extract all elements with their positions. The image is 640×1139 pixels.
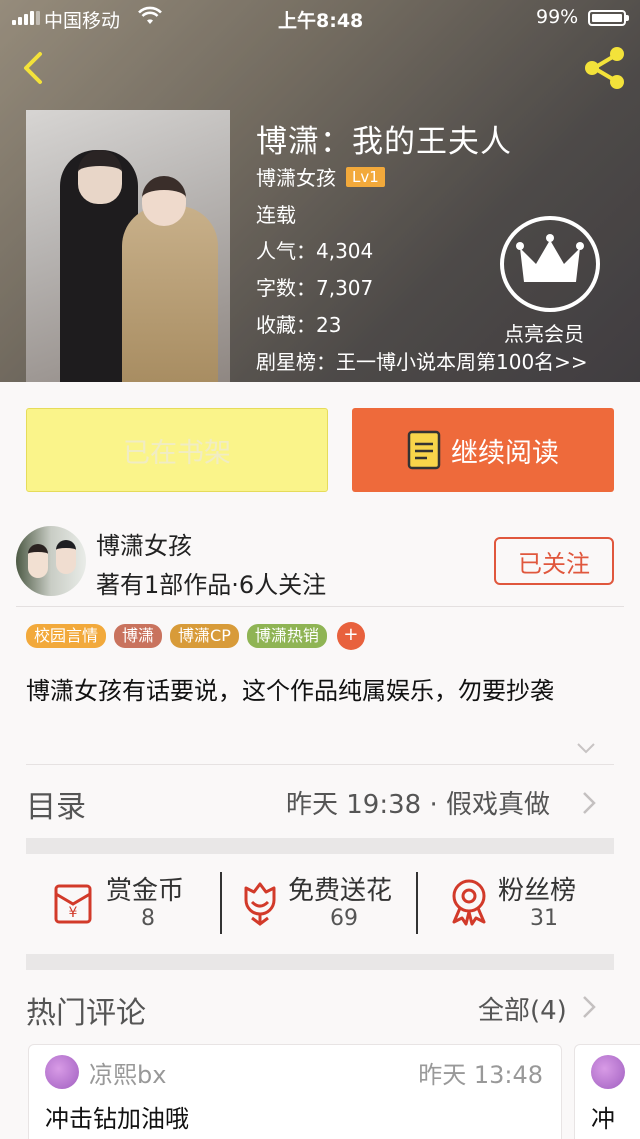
stat-separator bbox=[220, 872, 222, 934]
catalog-latest-chapter[interactable]: 昨天 19:38 · 假戏真做 bbox=[286, 784, 550, 821]
book-description: 博潇女孩有话要说，这个作品纯属娱乐，勿要抄袭 bbox=[26, 677, 554, 705]
divider bbox=[16, 606, 624, 607]
book-status: 连载 bbox=[256, 203, 296, 227]
clock: 上午8:48 bbox=[278, 10, 364, 32]
comment-text: 冲 bbox=[591, 1105, 615, 1133]
continue-reading-button[interactable]: 继续阅读 bbox=[352, 408, 614, 492]
chevron-left-icon bbox=[24, 52, 42, 84]
comment-time: 昨天 13:48 bbox=[418, 1061, 543, 1089]
tag-chip[interactable]: 博潇 bbox=[114, 624, 163, 648]
status-bar: 中国移动 上午8:48 99% bbox=[0, 0, 640, 36]
author-avatar[interactable] bbox=[16, 526, 86, 596]
tag-chip[interactable]: 校园言情 bbox=[26, 624, 107, 648]
battery-icon bbox=[588, 10, 629, 26]
tag-chip[interactable]: 博潇热销 bbox=[246, 624, 327, 648]
back-button[interactable] bbox=[14, 48, 54, 88]
comment-card[interactable]: 冲 bbox=[574, 1044, 640, 1139]
share-icon bbox=[585, 47, 624, 89]
carrier-name: 中国移动 bbox=[44, 10, 121, 32]
section-divider bbox=[26, 954, 614, 970]
hot-comments-title: 热门评论 bbox=[26, 996, 146, 1031]
send-flower-stat[interactable]: 免费送花 69 bbox=[236, 870, 416, 940]
level-badge: Lv1 bbox=[346, 166, 385, 187]
chevron-down-icon[interactable] bbox=[576, 738, 596, 758]
book-ranking-link[interactable]: 剧星榜：王一博小说本周第100名>> bbox=[256, 346, 588, 375]
follow-button[interactable]: 已关注 bbox=[494, 537, 614, 585]
svg-text:¥: ¥ bbox=[69, 905, 78, 921]
divider bbox=[26, 764, 614, 765]
book-popularity: 人气：4,304 bbox=[256, 239, 374, 263]
book-author[interactable]: 博潇女孩 bbox=[256, 162, 336, 191]
send-flower-value: 69 bbox=[330, 906, 358, 931]
crown-icon bbox=[516, 234, 584, 282]
book-cover[interactable] bbox=[26, 110, 230, 382]
comment-text: 冲击钻加油哦 bbox=[45, 1105, 189, 1133]
fan-ranking-stat[interactable]: 粉丝榜 31 bbox=[444, 870, 604, 940]
reward-coins-label: 赏金币 bbox=[106, 876, 185, 906]
tag-list: 校园言情 博潇 博潇CP 博潇热销 + bbox=[26, 622, 365, 650]
all-comments-link[interactable]: 全部(4) bbox=[478, 990, 567, 1027]
book-favorites: 收藏：23 bbox=[256, 313, 342, 337]
signal-icon bbox=[12, 11, 40, 25]
book-header: 中国移动 上午8:48 99% 博潇：我的王夫人 博潇女孩 Lv1 连载 人气：… bbox=[0, 0, 640, 382]
medal-icon bbox=[452, 879, 486, 926]
vip-crown-button[interactable] bbox=[500, 216, 600, 312]
reward-coins-stat[interactable]: ¥ 赏金币 8 bbox=[50, 870, 210, 940]
section-divider bbox=[26, 838, 614, 854]
catalog-title[interactable]: 目录 bbox=[26, 782, 86, 826]
vip-label[interactable]: 点亮会员 bbox=[504, 318, 584, 347]
author-meta: 著有1部作品·6人关注 bbox=[96, 571, 327, 599]
author-name[interactable]: 博潇女孩 bbox=[96, 526, 192, 561]
commenter-avatar[interactable] bbox=[591, 1055, 625, 1089]
wifi-icon bbox=[138, 6, 162, 31]
in-shelf-button[interactable]: 已在书架 bbox=[26, 408, 328, 492]
flower-icon bbox=[244, 882, 276, 926]
chevron-right-icon[interactable] bbox=[580, 790, 598, 816]
red-envelope-icon: ¥ bbox=[54, 884, 92, 924]
fan-ranking-label: 粉丝榜 bbox=[498, 876, 577, 906]
stat-separator bbox=[416, 872, 418, 934]
battery-percent: 99% bbox=[536, 6, 579, 28]
commenter-avatar[interactable] bbox=[45, 1055, 79, 1089]
book-word-count: 字数：7,307 bbox=[256, 276, 374, 300]
comment-card[interactable]: 凉熙bx 昨天 13:48 冲击钻加油哦 bbox=[28, 1044, 562, 1139]
chevron-right-icon[interactable] bbox=[580, 994, 598, 1020]
reward-coins-value: 8 bbox=[141, 906, 155, 931]
fan-ranking-value: 31 bbox=[530, 906, 558, 931]
book-author-line: 博潇女孩 Lv1 bbox=[256, 162, 385, 191]
commenter-name[interactable]: 凉熙bx bbox=[89, 1055, 166, 1090]
share-button[interactable] bbox=[580, 44, 628, 92]
book-title: 博潇：我的王夫人 bbox=[256, 124, 512, 160]
send-flower-label: 免费送花 bbox=[288, 876, 393, 906]
continue-reading-label: 继续阅读 bbox=[451, 437, 559, 469]
add-tag-button[interactable]: + bbox=[336, 622, 365, 650]
book-icon bbox=[407, 430, 441, 470]
tag-chip[interactable]: 博潇CP bbox=[170, 624, 239, 648]
